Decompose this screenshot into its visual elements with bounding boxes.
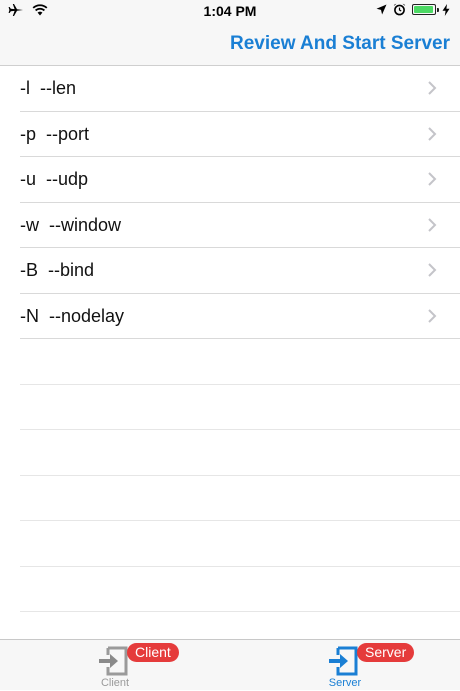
option-row-udp[interactable]: -u --udp xyxy=(20,157,460,203)
review-and-start-server-button[interactable]: Review And Start Server xyxy=(230,33,450,55)
option-label: -l --len xyxy=(20,78,77,98)
empty-row xyxy=(20,567,460,612)
chevron-right-icon xyxy=(428,172,437,186)
option-row-nodelay[interactable]: -N --nodelay xyxy=(20,294,460,339)
option-label: -B --bind xyxy=(20,260,95,280)
option-row-len[interactable]: -l --len xyxy=(20,66,460,112)
navigation-bar: Review And Start Server xyxy=(0,22,460,66)
empty-row xyxy=(20,385,460,430)
empty-row xyxy=(20,430,460,476)
chevron-right-icon xyxy=(428,126,437,141)
charging-bolt-icon xyxy=(442,3,450,16)
option-row-port[interactable]: -p --port xyxy=(20,112,460,157)
location-arrow-icon xyxy=(376,4,387,15)
chevron-right-icon xyxy=(428,217,437,232)
empty-row xyxy=(20,521,460,567)
server-badge: Server xyxy=(357,643,415,662)
empty-row xyxy=(20,339,460,385)
tab-bar: Client Client Server Server xyxy=(0,639,460,690)
option-row-bind[interactable]: -B --bind xyxy=(20,248,460,294)
alarm-clock-icon xyxy=(393,3,406,16)
status-bar: 1:04 PM xyxy=(0,0,460,22)
battery-icon xyxy=(412,4,439,15)
option-label: -u --udp xyxy=(20,169,89,189)
empty-row xyxy=(20,476,460,521)
options-list: -l --len -p --port -u --udp -w --window … xyxy=(0,66,460,612)
tab-server[interactable]: Server Server xyxy=(285,640,415,691)
client-badge: Client xyxy=(127,643,179,662)
sign-in-icon xyxy=(99,646,128,676)
chevron-right-icon xyxy=(428,308,437,323)
option-label: -p --port xyxy=(20,123,90,144)
option-row-window[interactable]: -w --window xyxy=(20,203,460,248)
option-label: -N --nodelay xyxy=(20,305,125,326)
tab-client[interactable]: Client Client xyxy=(55,640,179,691)
chevron-right-icon xyxy=(428,81,437,95)
chevron-right-icon xyxy=(428,263,437,277)
tab-label: Server xyxy=(328,677,362,689)
option-label: -w --window xyxy=(20,214,122,235)
tab-label: Client xyxy=(100,677,130,689)
sign-in-icon xyxy=(329,646,358,676)
